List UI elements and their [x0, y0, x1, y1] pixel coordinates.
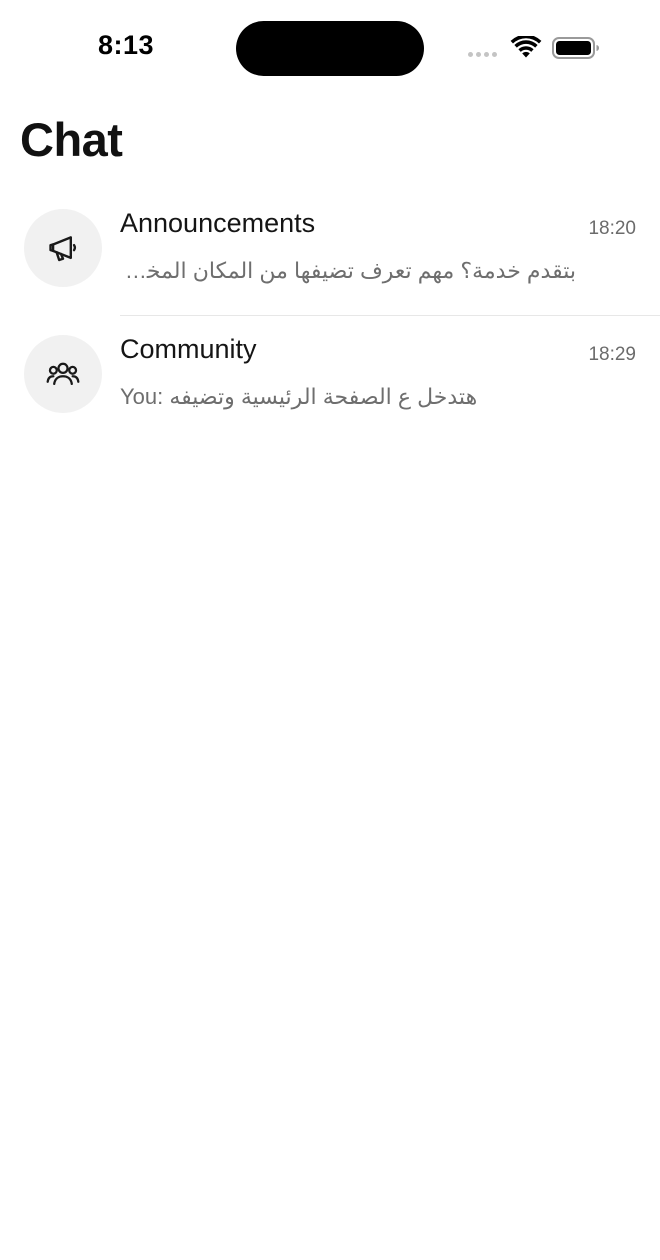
chat-last-message: You: هتدخل ع الصفحة الرئيسية وتضيفه — [120, 384, 478, 409]
chat-name: Community — [120, 334, 257, 364]
chat-avatar — [24, 209, 102, 287]
page-title: Chat — [20, 113, 123, 166]
dynamic-island — [236, 21, 424, 76]
battery-icon — [552, 37, 599, 59]
cellular-signal-icon — [468, 52, 497, 57]
chat-row-announcements[interactable]: Announcements 18:20 بتقدم خدمة؟ مهم تعرف… — [0, 190, 660, 316]
status-time: 8:13 — [98, 30, 155, 60]
chat-last-message: بتقدم خدمة؟ مهم تعرف تضيفها من المكان ال… — [120, 258, 576, 283]
chat-list: Announcements 18:20 بتقدم خدمة؟ مهم تعرف… — [0, 190, 660, 442]
megaphone-icon — [49, 236, 77, 262]
wifi-icon — [510, 36, 542, 58]
status-bar: 8:13 — [0, 0, 660, 96]
chat-avatar — [24, 335, 102, 413]
chat-name: Announcements — [120, 208, 316, 238]
chat-timestamp: 18:20 — [588, 218, 636, 239]
chat-row-community[interactable]: Community 18:29 You: هتدخل ع الصفحة الرئ… — [0, 316, 660, 442]
chat-timestamp: 18:29 — [588, 344, 636, 365]
people-group-icon — [46, 362, 80, 386]
